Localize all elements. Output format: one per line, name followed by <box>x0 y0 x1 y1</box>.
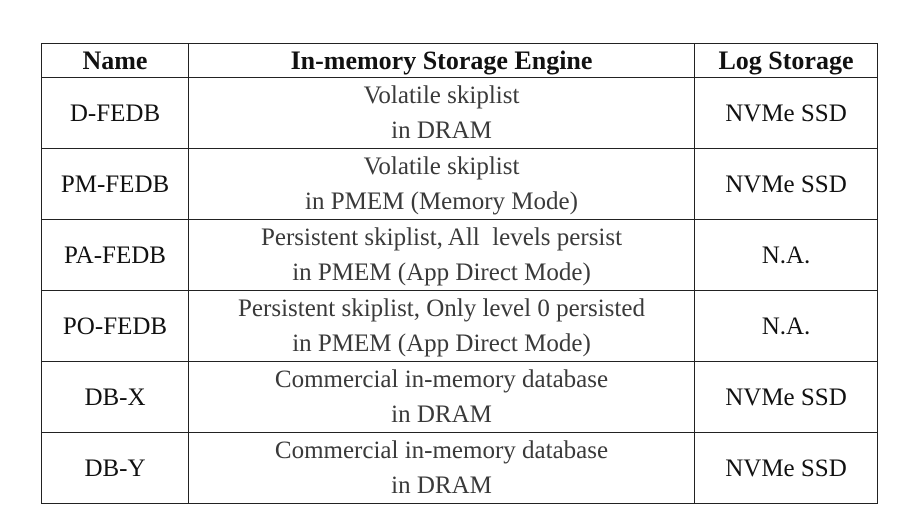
row-name: DB-Y <box>41 432 189 504</box>
row-log-storage: NVMe SSD <box>694 148 878 220</box>
row-name: DB-X <box>41 361 189 433</box>
table-row: D-FEDB Volatile skiplist in DRAM NVMe SS… <box>41 77 878 149</box>
row-name: PA-FEDB <box>41 219 189 291</box>
engine-line-1: Persistent skiplist, Only level 0 persis… <box>238 295 645 322</box>
engine-line-2: in PMEM (App Direct Mode) <box>292 330 591 357</box>
table-body: D-FEDB Volatile skiplist in DRAM NVMe SS… <box>41 77 878 504</box>
engine-line-1: Commercial in-memory database <box>274 366 609 393</box>
table-row: DB-Y Commercial in-memory database in DR… <box>41 432 878 504</box>
row-log-storage: NVMe SSD <box>694 77 878 149</box>
row-log-storage: N.A. <box>694 219 878 291</box>
header-name: Name <box>41 43 189 78</box>
row-engine: Commercial in-memory database in DRAM <box>188 432 695 504</box>
engine-line-1: Commercial in-memory database <box>274 437 609 464</box>
table-row: PO-FEDB Persistent skiplist, Only level … <box>41 290 878 362</box>
engine-line-2: in DRAM <box>391 472 492 499</box>
row-name: D-FEDB <box>41 77 189 149</box>
table-row: PM-FEDB Volatile skiplist in PMEM (Memor… <box>41 148 878 220</box>
storage-engine-table: Name In-memory Storage Engine Log Storag… <box>41 43 878 504</box>
header-engine: In-memory Storage Engine <box>188 43 695 78</box>
row-log-storage: NVMe SSD <box>694 432 878 504</box>
engine-line-2: in PMEM (Memory Mode) <box>305 188 578 215</box>
engine-line-1: Volatile skiplist <box>363 82 520 109</box>
engine-line-1: Volatile skiplist <box>363 153 520 180</box>
row-engine: Persistent skiplist, All levels persist … <box>188 219 695 291</box>
table-row: DB-X Commercial in-memory database in DR… <box>41 361 878 433</box>
row-engine: Persistent skiplist, Only level 0 persis… <box>188 290 695 362</box>
row-name: PM-FEDB <box>41 148 189 220</box>
header-log-storage: Log Storage <box>694 43 878 78</box>
row-engine: Commercial in-memory database in DRAM <box>188 361 695 433</box>
row-log-storage: N.A. <box>694 290 878 362</box>
engine-line-1: Persistent skiplist, All levels persist <box>260 224 623 251</box>
engine-line-2: in PMEM (App Direct Mode) <box>292 259 591 286</box>
row-name: PO-FEDB <box>41 290 189 362</box>
header-row: Name In-memory Storage Engine Log Storag… <box>41 43 878 78</box>
table-row: PA-FEDB Persistent skiplist, All levels … <box>41 219 878 291</box>
row-engine: Volatile skiplist in PMEM (Memory Mode) <box>188 148 695 220</box>
row-log-storage: NVMe SSD <box>694 361 878 433</box>
table-header: Name In-memory Storage Engine Log Storag… <box>41 43 878 78</box>
engine-line-2: in DRAM <box>391 117 492 144</box>
row-engine: Volatile skiplist in DRAM <box>188 77 695 149</box>
engine-line-2: in DRAM <box>391 401 492 428</box>
